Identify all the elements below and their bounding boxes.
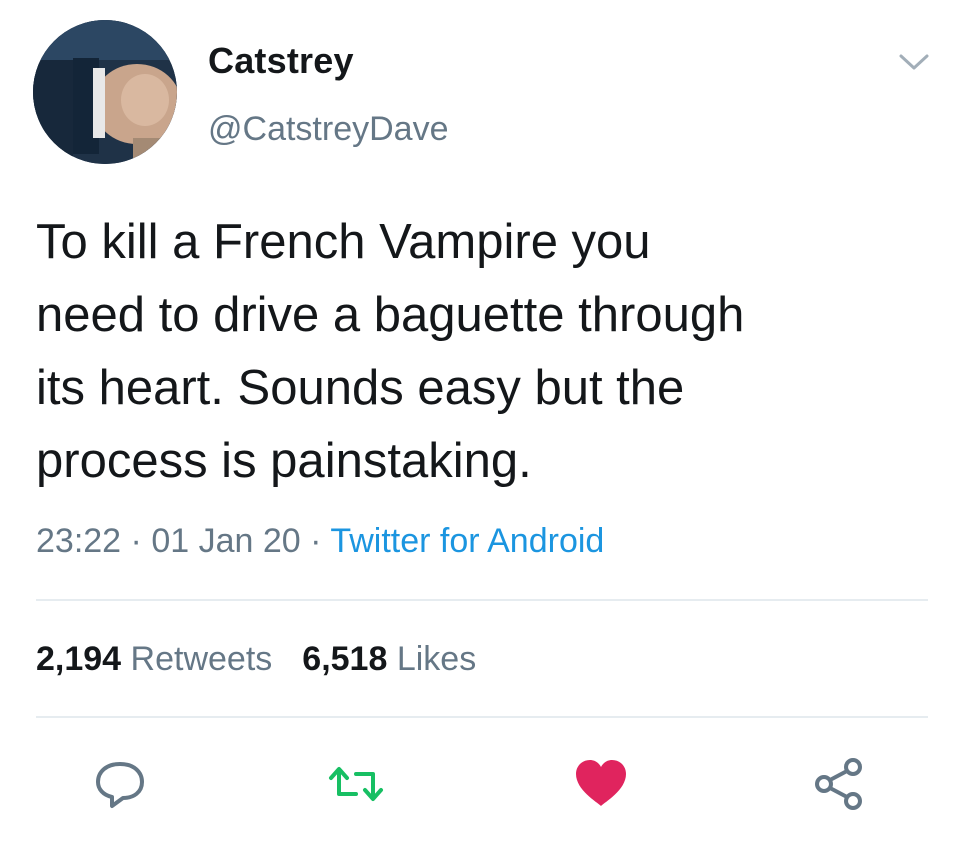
meta-separator: · bbox=[130, 522, 142, 560]
reply-button[interactable] bbox=[90, 756, 150, 812]
tweet-metadata: 23:22 · 01 Jan 20 · Twitter for Android bbox=[36, 522, 604, 561]
retweet-icon bbox=[329, 767, 383, 801]
author-handle[interactable]: @CatstreyDave bbox=[208, 110, 448, 149]
likes-count: 6,518 bbox=[302, 640, 388, 678]
tweet-time: 23:22 bbox=[36, 522, 122, 560]
chevron-down-icon[interactable] bbox=[896, 50, 932, 74]
reply-icon bbox=[96, 762, 144, 808]
meta-separator: · bbox=[310, 522, 322, 560]
heart-icon bbox=[576, 760, 626, 806]
likes-label: Likes bbox=[396, 640, 477, 678]
tweet-text: To kill a French Vampire you need to dri… bbox=[36, 206, 916, 498]
divider bbox=[36, 599, 928, 601]
tweet-card: Catstrey @CatstreyDave To kill a French … bbox=[0, 0, 960, 848]
tweet-text-line: To kill a French Vampire you bbox=[36, 215, 651, 269]
divider bbox=[36, 716, 928, 718]
tweet-text-line: need to drive a baguette through bbox=[36, 288, 745, 342]
tweet-date[interactable]: 01 Jan 20 bbox=[151, 522, 300, 560]
share-icon bbox=[815, 758, 862, 810]
avatar[interactable] bbox=[33, 20, 177, 164]
author-display-name[interactable]: Catstrey bbox=[208, 40, 354, 82]
tweet-text-line: process is painstaking. bbox=[36, 434, 532, 488]
like-button[interactable] bbox=[571, 756, 631, 812]
retweets-count: 2,194 bbox=[36, 640, 122, 678]
likes-stat[interactable]: 6,518 Likes bbox=[302, 640, 476, 678]
retweets-stat[interactable]: 2,194 Retweets bbox=[36, 640, 272, 678]
tweet-text-line: its heart. Sounds easy but the bbox=[36, 361, 685, 415]
engagement-stats: 2,194 Retweets 6,518 Likes bbox=[36, 640, 476, 679]
retweet-button[interactable] bbox=[326, 756, 386, 812]
retweets-label: Retweets bbox=[130, 640, 273, 678]
tweet-source-link[interactable]: Twitter for Android bbox=[330, 522, 604, 560]
share-button[interactable] bbox=[810, 756, 870, 812]
